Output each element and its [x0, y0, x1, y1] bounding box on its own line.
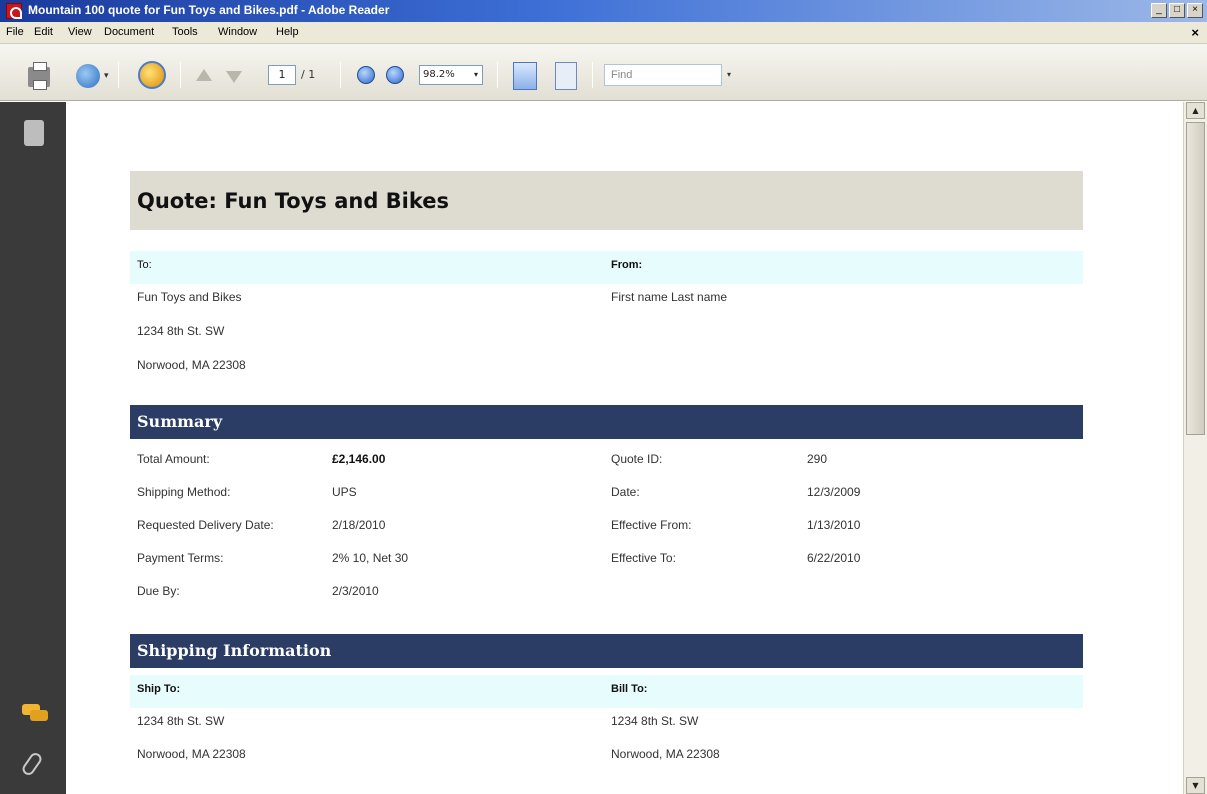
from-label: From:: [611, 259, 643, 271]
summary-label: Requested Delivery Date:: [137, 518, 274, 532]
to-city: Norwood, MA 22308: [137, 358, 246, 372]
comments-icon[interactable]: [22, 704, 48, 724]
attachment-icon[interactable]: [20, 750, 44, 778]
shipping-heading: Shipping Information: [137, 641, 332, 660]
menu-tools[interactable]: Tools: [172, 26, 198, 38]
window-title: Mountain 100 quote for Fun Toys and Bike…: [28, 3, 390, 17]
menu-document[interactable]: Document: [104, 26, 154, 38]
navigation-pane: [0, 102, 66, 794]
scrollbar-thumb[interactable]: [1186, 122, 1205, 435]
collaborate-icon[interactable]: [138, 61, 166, 89]
email-dropdown-arrow[interactable]: ▾: [104, 71, 109, 81]
find-dropdown-arrow[interactable]: ▾: [727, 70, 731, 79]
effective-to-value: 6/22/2010: [807, 551, 861, 565]
menu-window[interactable]: Window: [218, 26, 257, 38]
summary-label: Date:: [611, 485, 640, 499]
shipping-method-value: UPS: [332, 485, 357, 499]
quote-id-value: 290: [807, 452, 828, 466]
chevron-down-icon: ▾: [473, 70, 478, 79]
ship-to-street: 1234 8th St. SW: [137, 714, 225, 728]
from-name: First name Last name: [611, 290, 728, 304]
toolbar-divider: [340, 62, 341, 88]
summary-label: Total Amount:: [137, 452, 210, 466]
zoom-select[interactable]: 98.2% ▾: [419, 65, 483, 85]
summary-label: Shipping Method:: [137, 485, 231, 499]
summary-label: Payment Terms:: [137, 551, 224, 565]
page-count: / 1: [301, 68, 316, 81]
ship-to-label: Ship To:: [137, 683, 181, 695]
vertical-scrollbar[interactable]: ▲ ▼: [1183, 102, 1207, 794]
single-page-view-icon[interactable]: [513, 62, 537, 90]
scroll-down-button[interactable]: ▼: [1186, 777, 1205, 794]
pages-icon[interactable]: [24, 120, 44, 146]
effective-from-value: 1/13/2010: [807, 518, 861, 532]
bill-to-label: Bill To:: [611, 683, 648, 695]
summary-band: [130, 405, 1083, 439]
summary-heading: Summary: [137, 412, 223, 431]
summary-label: Effective From:: [611, 518, 692, 532]
document-close-button[interactable]: ×: [1191, 25, 1199, 40]
delivery-date-value: 2/18/2010: [332, 518, 386, 532]
to-label: To:: [137, 259, 152, 271]
zoom-out-icon[interactable]: [357, 66, 375, 84]
ship-to-city: Norwood, MA 22308: [137, 747, 246, 761]
menu-bar: File Edit View Document Tools Window Hel…: [0, 22, 1207, 44]
page-title: Quote: Fun Toys and Bikes: [137, 189, 450, 213]
due-by-value: 2/3/2010: [332, 584, 379, 598]
toolbar: ▾ 1 / 1 98.2% ▾ Find ▾: [0, 44, 1207, 101]
summary-label: Due By:: [137, 584, 180, 598]
date-value: 12/3/2009: [807, 485, 861, 499]
toolbar-divider: [497, 62, 498, 88]
fit-page-icon[interactable]: [555, 62, 577, 90]
summary-label: Quote ID:: [611, 452, 663, 466]
to-company: Fun Toys and Bikes: [137, 290, 242, 304]
menu-view[interactable]: View: [68, 26, 92, 38]
maximize-button[interactable]: □: [1169, 3, 1185, 18]
document-page: Quote: Fun Toys and Bikes To: From: Fun …: [66, 102, 1183, 794]
bill-to-city: Norwood, MA 22308: [611, 747, 720, 761]
next-page-icon[interactable]: [226, 71, 242, 83]
bill-to-street: 1234 8th St. SW: [611, 714, 699, 728]
find-input[interactable]: Find: [604, 64, 722, 86]
menu-edit[interactable]: Edit: [34, 26, 53, 38]
payment-terms-value: 2% 10, Net 30: [332, 551, 409, 565]
menu-help[interactable]: Help: [276, 26, 299, 38]
toolbar-divider: [118, 62, 119, 88]
toolbar-divider: [180, 62, 181, 88]
adobe-reader-icon: [6, 3, 22, 19]
summary-label: Effective To:: [611, 551, 676, 565]
shipping-header-band: [130, 675, 1083, 708]
toolbar-divider: [592, 62, 593, 88]
print-icon[interactable]: [28, 62, 50, 90]
minimize-button[interactable]: _: [1151, 3, 1167, 18]
window-controls: _ □ ×: [1151, 3, 1203, 18]
zoom-in-icon[interactable]: [386, 66, 404, 84]
to-street: 1234 8th St. SW: [137, 324, 225, 338]
email-icon[interactable]: [76, 64, 100, 88]
total-amount-value: £2,146.00: [332, 452, 386, 466]
menu-file[interactable]: File: [6, 26, 24, 38]
zoom-value: 98.2%: [423, 69, 455, 80]
previous-page-icon[interactable]: [196, 69, 212, 81]
close-button[interactable]: ×: [1187, 3, 1203, 18]
page-number-input[interactable]: 1: [268, 65, 296, 85]
address-header-band: [130, 251, 1083, 284]
scroll-up-button[interactable]: ▲: [1186, 102, 1205, 119]
title-bar: Mountain 100 quote for Fun Toys and Bike…: [0, 0, 1207, 22]
